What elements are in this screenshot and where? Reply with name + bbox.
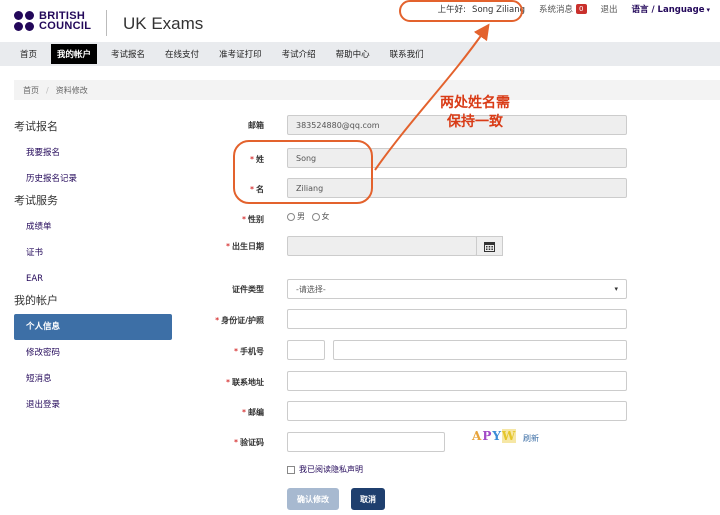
gender-male-label: 男 [297, 212, 305, 221]
annotation-note: 两处姓名需 保持一致 [420, 94, 530, 132]
captcha-image: APYW [472, 429, 517, 443]
postcode-field[interactable] [287, 401, 627, 421]
calendar-icon [484, 241, 495, 252]
captcha-refresh-link[interactable]: 刷新 [523, 433, 539, 444]
name-fields-highlight [233, 140, 373, 204]
email-label: 邮箱 [248, 121, 264, 130]
mobile-number-field[interactable] [333, 340, 627, 360]
chevron-down-icon: ▾ [614, 285, 618, 293]
annotation-line2: 保持一致 [447, 114, 503, 130]
dob-label-text: 出生日期 [232, 242, 264, 251]
profile-form: 邮箱 383524880@qq.com * 姓 Song * 名 Ziliang *… [0, 0, 720, 515]
id-number-field[interactable] [287, 309, 627, 329]
cancel-button[interactable]: 取消 [351, 488, 385, 510]
privacy-checkbox[interactable] [287, 465, 295, 474]
dob-field[interactable] [287, 236, 477, 256]
privacy-label[interactable]: 我已阅读隐私声明 [299, 465, 363, 474]
captcha-label: * 验证码 [234, 438, 264, 447]
id-number-label: * 身份证/护照 [215, 316, 264, 325]
id-type-label: 证件类型 [232, 285, 264, 294]
id-type-selected: -请选择- [296, 284, 326, 294]
postcode-label: * 邮编 [242, 408, 264, 417]
address-label-text: 联系地址 [232, 378, 264, 387]
mobile-label: * 手机号 [234, 347, 264, 356]
address-label: * 联系地址 [226, 378, 264, 387]
captcha-label-text: 验证码 [240, 438, 264, 447]
confirm-button[interactable]: 确认修改 [287, 488, 339, 510]
address-field[interactable] [287, 371, 627, 391]
gender-label-text: 性别 [248, 215, 264, 224]
id-type-select[interactable]: -请选择- ▾ [287, 279, 627, 299]
annotation-line1: 两处姓名需 [440, 95, 510, 111]
privacy-row: 我已阅读隐私声明 [287, 464, 363, 475]
calendar-button[interactable] [476, 236, 503, 256]
gender-male-radio[interactable] [287, 212, 295, 221]
gender-label: * 性别 [242, 215, 264, 224]
id-number-label-text: 身份证/护照 [221, 316, 264, 325]
mobile-label-text: 手机号 [240, 347, 264, 356]
gender-female-radio[interactable] [311, 212, 320, 221]
captcha-field[interactable] [287, 432, 445, 452]
postcode-label-text: 邮编 [248, 408, 264, 417]
username-highlight [399, 0, 523, 22]
dob-label: * 出生日期 [226, 242, 264, 251]
mobile-country-code-field[interactable] [287, 340, 325, 360]
gender-female-label: 女 [321, 212, 330, 221]
gender-options: 男 女 [287, 211, 330, 222]
